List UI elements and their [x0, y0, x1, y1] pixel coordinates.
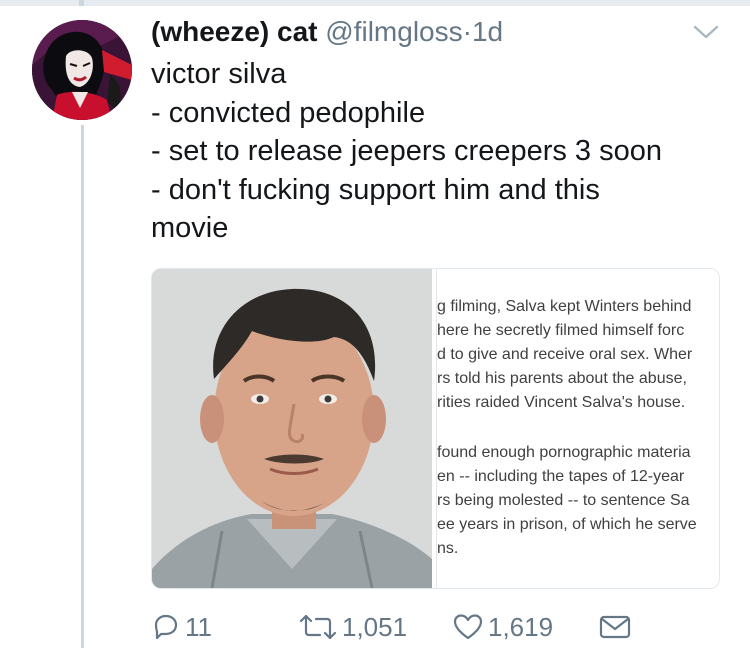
article-snippet[interactable]: g filming, Salva kept Winters behind her…	[436, 269, 719, 588]
envelope-icon	[598, 612, 632, 642]
article-line: ns.	[437, 540, 459, 557]
tweet-line: movie	[151, 212, 229, 244]
article-line: en -- including the tapes of 12-year	[437, 468, 685, 485]
article-line: g filming, Salva kept Winters behind	[437, 298, 692, 315]
article-line: rs told his parents about the abuse,	[437, 370, 687, 387]
like-button[interactable]: 1,619	[452, 605, 553, 649]
reply-button[interactable]: 11	[151, 605, 212, 649]
reply-count: 11	[185, 611, 212, 642]
article-paragraph: g filming, Salva kept Winters behind her…	[437, 295, 719, 415]
avatar[interactable]	[32, 20, 132, 120]
user-handle[interactable]: @filmgloss	[325, 16, 462, 47]
tweet-timestamp[interactable]: 1d	[472, 16, 503, 47]
article-line: rities raided Vincent Salva's house.	[437, 394, 686, 411]
thread-connector-top	[79, 0, 84, 6]
tweet-line: - set to release jeepers creepers 3 soon	[151, 135, 662, 167]
direct-message-button[interactable]	[598, 605, 632, 649]
tweet-line: - convicted pedophile	[151, 96, 426, 129]
retweet-count: 1,051	[342, 611, 408, 642]
chevron-down-icon[interactable]	[691, 21, 721, 43]
mugshot-photo[interactable]	[152, 269, 432, 588]
media-card[interactable]: g filming, Salva kept Winters behind her…	[151, 268, 720, 589]
top-divider	[0, 0, 750, 6]
article-line: ee years in prison, of which he serve	[437, 516, 697, 533]
tweet-line: victor silva	[151, 58, 287, 90]
separator-dot: ·	[462, 16, 472, 47]
tweet-line: - don't fucking support him and this	[151, 173, 600, 206]
retweet-button[interactable]: 1,051	[298, 605, 407, 649]
tweet-actions: 11 1,051 1,619	[0, 605, 750, 649]
article-line: here he secretly filmed himself forc	[437, 322, 685, 339]
article-line: d to give and receive oral sex. Wher	[437, 346, 693, 363]
article-paragraph: found enough pornographic materia en -- …	[437, 441, 719, 561]
article-line: found enough pornographic materia	[437, 444, 691, 461]
tweet-body: victor silva - convicted pedophile - set…	[151, 55, 731, 248]
article-line: rs being molested -- to sentence Sa	[437, 492, 690, 509]
thread-line	[81, 125, 84, 648]
heart-icon	[452, 612, 484, 642]
retweet-icon	[298, 612, 338, 642]
like-count: 1,619	[488, 611, 554, 642]
display-name[interactable]: (wheeze) cat	[151, 16, 318, 47]
reply-icon	[151, 612, 181, 642]
tweet-header: (wheeze) cat @filmgloss·1d	[151, 14, 503, 50]
